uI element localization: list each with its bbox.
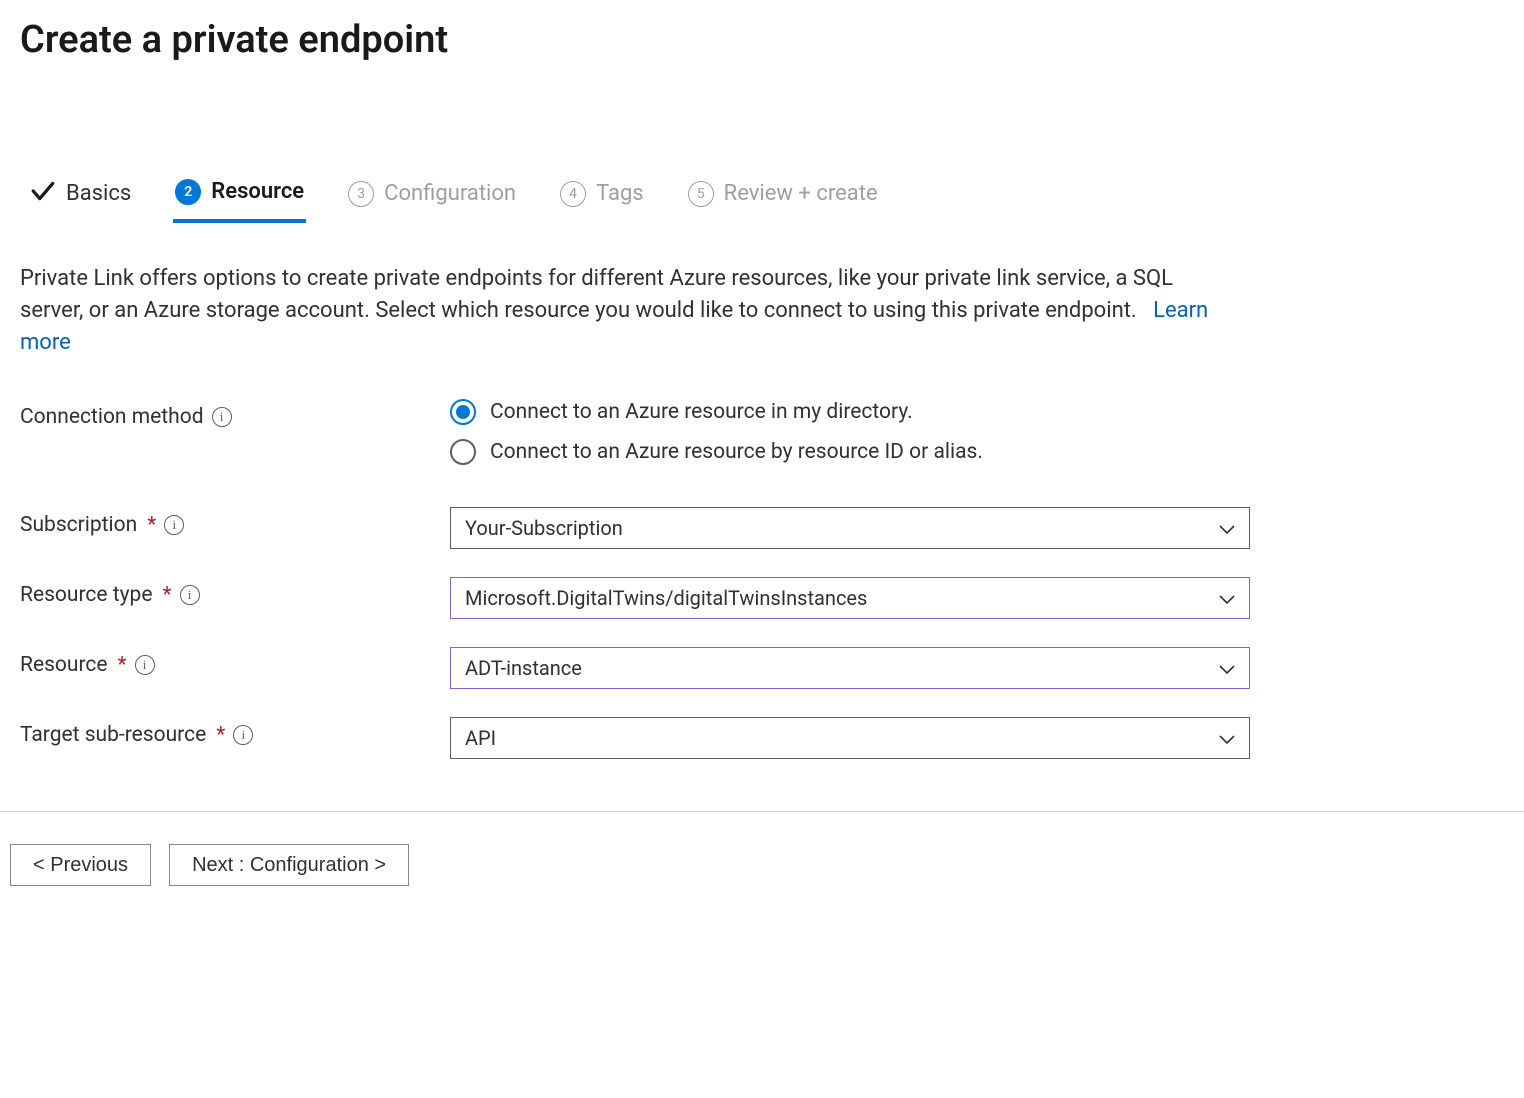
radio-option-resource-id[interactable]: Connect to an Azure resource by resource… [450, 439, 1250, 465]
step-indicator: 3 [348, 181, 374, 207]
tab-configuration[interactable]: 3 Configuration [346, 175, 518, 221]
label-text: Subscription [20, 513, 137, 537]
page-title: Create a private endpoint [20, 18, 1504, 62]
tab-label: Basics [66, 181, 131, 206]
chevron-down-icon [1219, 656, 1235, 680]
radio-label: Connect to an Azure resource by resource… [490, 440, 983, 464]
label-text: Resource [20, 653, 108, 677]
required-asterisk: * [162, 583, 171, 607]
connection-method-options: Connect to an Azure resource in my direc… [450, 399, 1250, 479]
tab-resource[interactable]: 2 Resource [173, 173, 306, 223]
tab-label: Tags [596, 181, 644, 206]
next-button[interactable]: Next : Configuration > [169, 844, 409, 886]
info-icon[interactable]: i [135, 655, 155, 675]
info-icon[interactable]: i [233, 725, 253, 745]
chevron-down-icon [1219, 586, 1235, 610]
page-root: Create a private endpoint 1 Basics 2 Res… [0, 0, 1524, 1098]
tab-label: Resource [211, 179, 304, 204]
info-icon[interactable]: i [180, 585, 200, 605]
chevron-down-icon [1219, 516, 1235, 540]
step-indicator: 4 [560, 181, 586, 207]
wizard-tabs: 1 Basics 2 Resource 3 Configuration 4 Ta… [20, 172, 1504, 223]
subscription-dropdown[interactable]: Your-Subscription [450, 507, 1250, 549]
resource-dropdown[interactable]: ADT-instance [450, 647, 1250, 689]
wizard-footer: < Previous Next : Configuration > [0, 811, 1524, 918]
dropdown-value: ADT-instance [465, 656, 582, 680]
label-text: Connection method [20, 405, 204, 429]
dropdown-value: Microsoft.DigitalTwins/digitalTwinsInsta… [465, 586, 867, 610]
radio-label: Connect to an Azure resource in my direc… [490, 400, 913, 424]
row-resource-type: Resource type * i Microsoft.DigitalTwins… [20, 577, 1504, 619]
target-sub-resource-dropdown[interactable]: API [450, 717, 1250, 759]
label-text: Resource type [20, 583, 152, 607]
dropdown-value: API [465, 726, 496, 750]
section-description: Private Link offers options to create pr… [20, 263, 1240, 359]
required-asterisk: * [216, 723, 225, 747]
description-text: Private Link offers options to create pr… [20, 266, 1173, 323]
radio-option-directory[interactable]: Connect to an Azure resource in my direc… [450, 399, 1250, 425]
resource-type-dropdown[interactable]: Microsoft.DigitalTwins/digitalTwinsInsta… [450, 577, 1250, 619]
tab-tags[interactable]: 4 Tags [558, 175, 646, 221]
label-connection-method: Connection method i [20, 399, 450, 429]
label-subscription: Subscription * i [20, 507, 450, 537]
required-asterisk: * [147, 513, 156, 537]
row-resource: Resource * i ADT-instance [20, 647, 1504, 689]
tab-review-create[interactable]: 5 Review + create [686, 175, 880, 221]
dropdown-value: Your-Subscription [465, 516, 623, 540]
row-connection-method: Connection method i Connect to an Azure … [20, 399, 1504, 479]
step-indicator: 2 [175, 179, 201, 205]
label-resource-type: Resource type * i [20, 577, 450, 607]
required-asterisk: * [118, 653, 127, 677]
radio-icon [450, 399, 476, 425]
label-resource: Resource * i [20, 647, 450, 677]
checkmark-icon [30, 178, 56, 209]
previous-button[interactable]: < Previous [10, 844, 151, 886]
step-indicator: 5 [688, 181, 714, 207]
resource-form: Connection method i Connect to an Azure … [20, 399, 1504, 759]
chevron-down-icon [1219, 726, 1235, 750]
row-target-sub-resource: Target sub-resource * i API [20, 717, 1504, 759]
tab-label: Review + create [724, 181, 878, 206]
info-icon[interactable]: i [212, 407, 232, 427]
tab-label: Configuration [384, 181, 516, 206]
tab-basics[interactable]: 1 Basics [28, 172, 133, 223]
label-text: Target sub-resource [20, 723, 206, 747]
label-target-sub-resource: Target sub-resource * i [20, 717, 450, 747]
radio-icon [450, 439, 476, 465]
info-icon[interactable]: i [164, 515, 184, 535]
row-subscription: Subscription * i Your-Subscription [20, 507, 1504, 549]
